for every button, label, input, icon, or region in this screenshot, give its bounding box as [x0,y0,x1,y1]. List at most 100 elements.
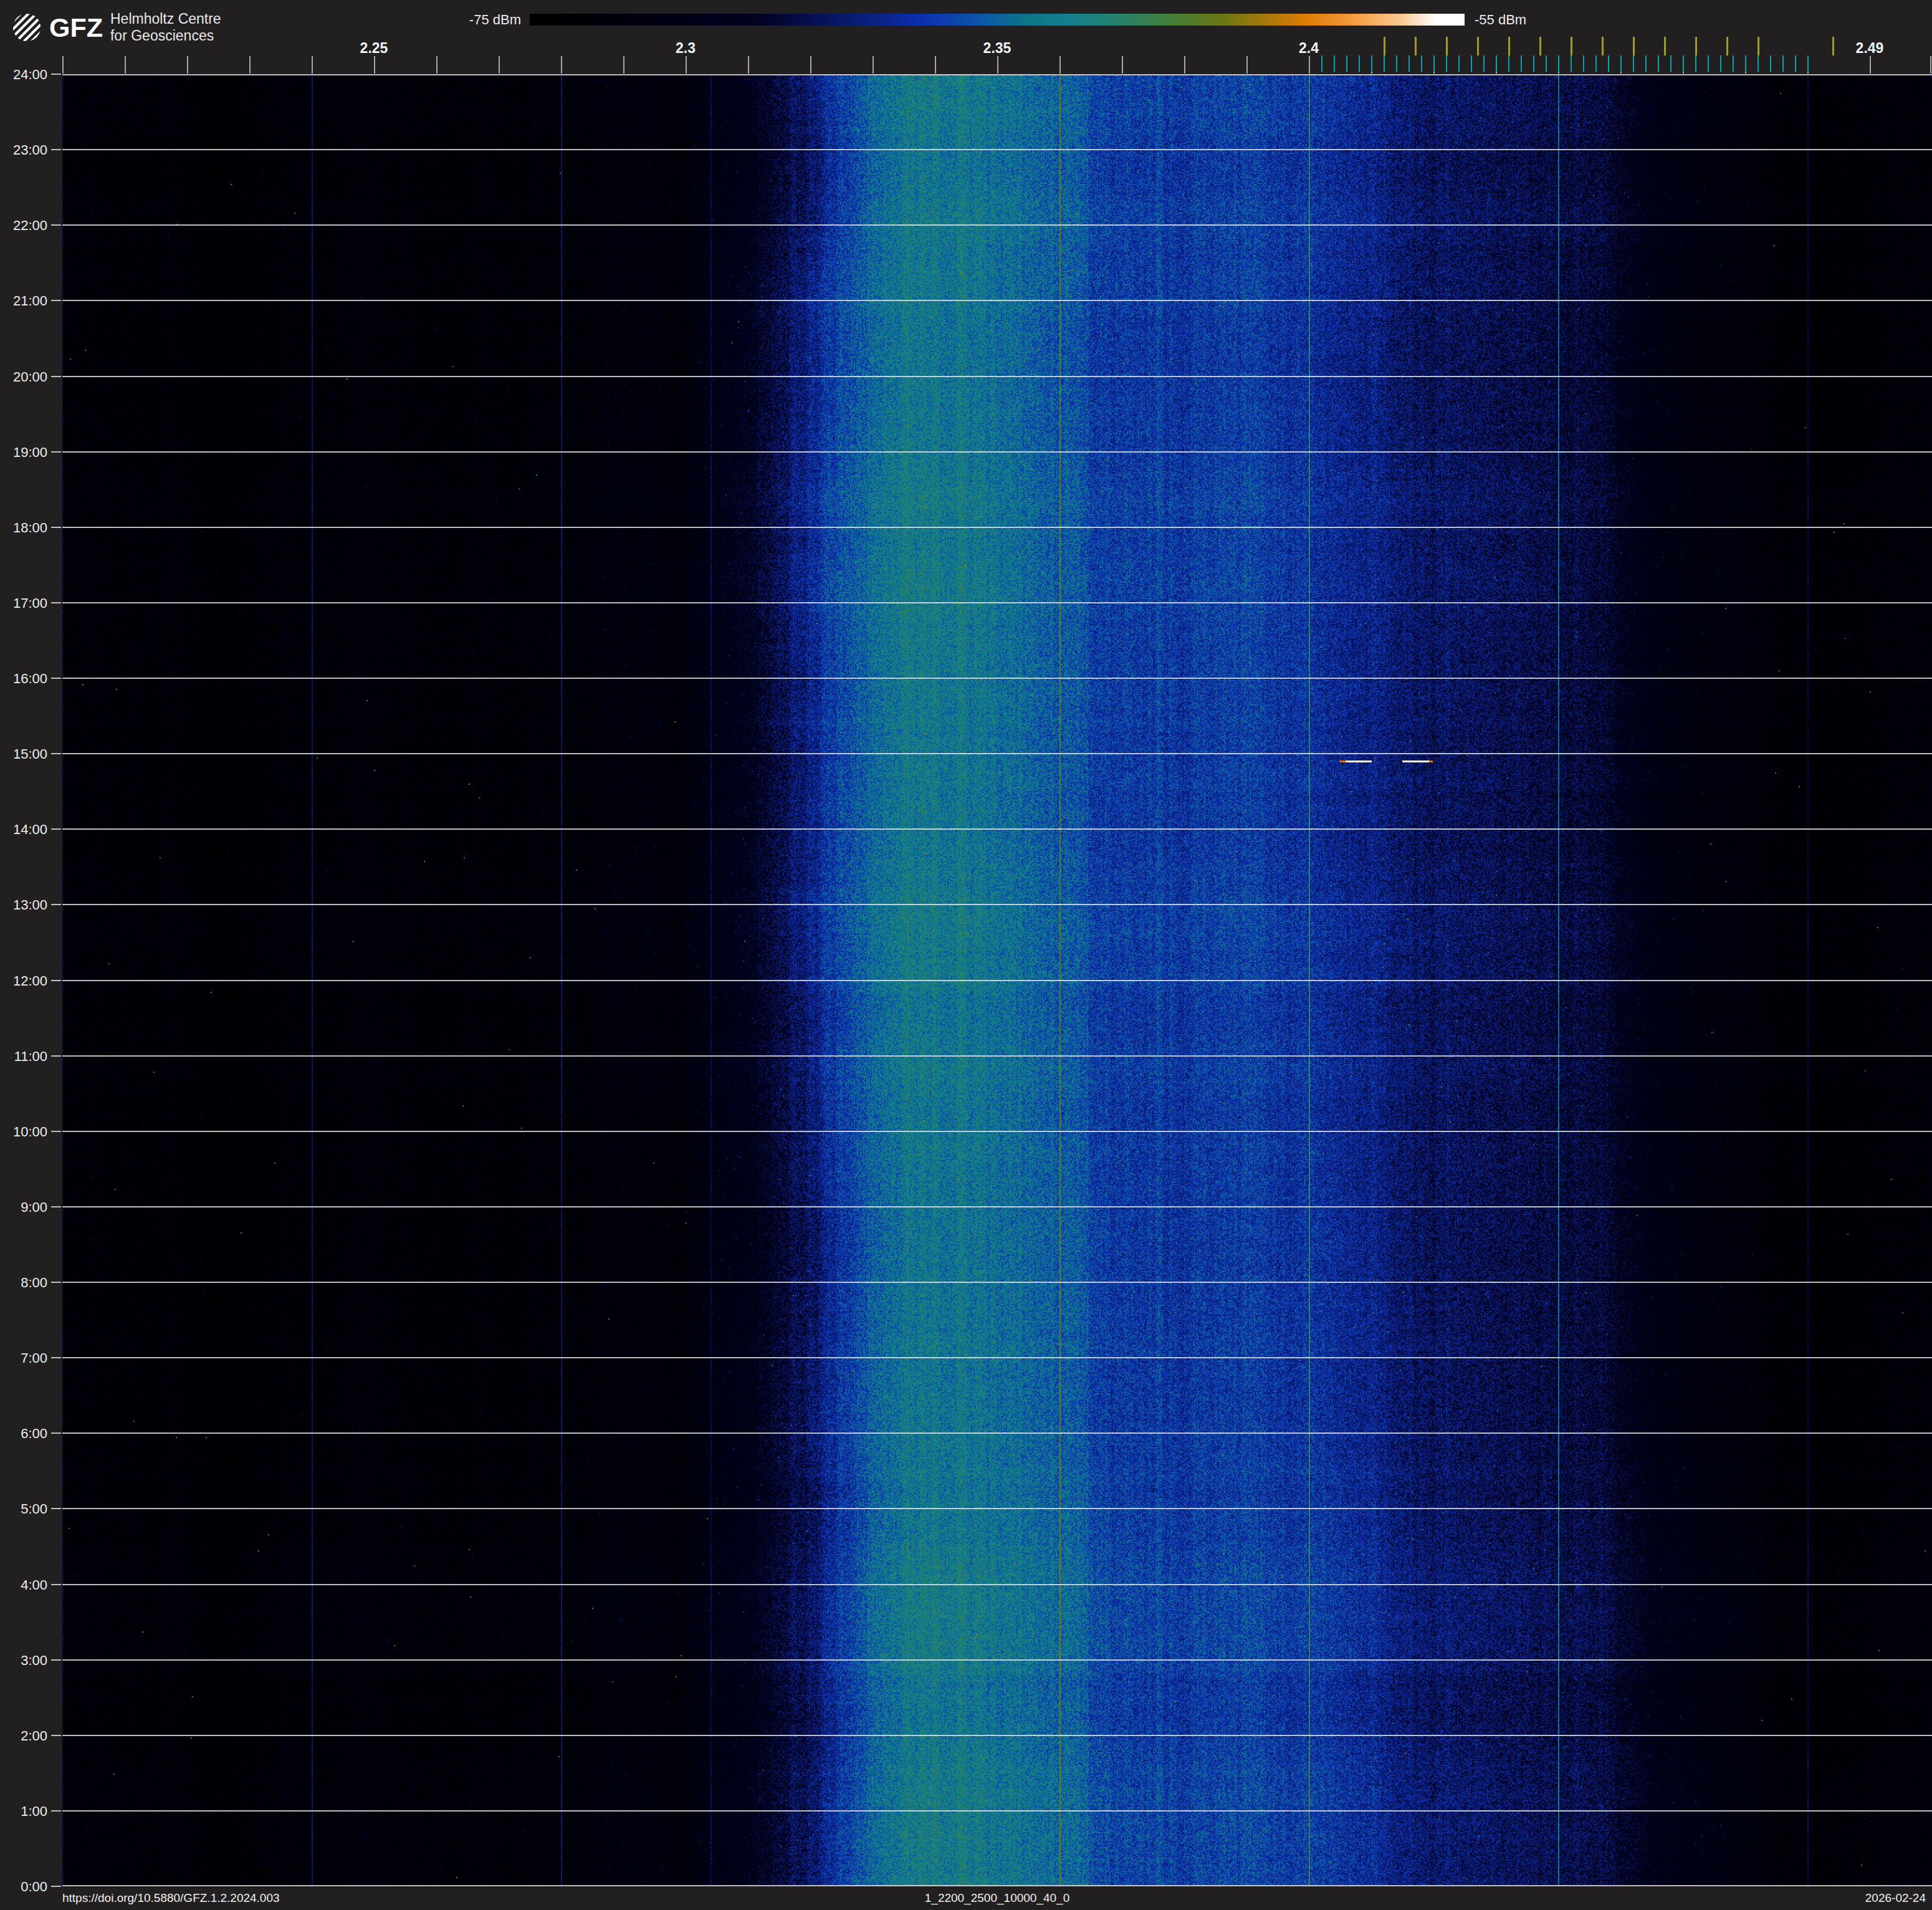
wifi-channel-tick [1832,37,1834,55]
ble-channel-tick [1583,55,1584,72]
ble-channel-tick [1658,55,1659,72]
wifi-channel-tick [1384,37,1385,55]
hour-tick [51,451,61,453]
ble-channel-tick [1458,55,1460,72]
ble-channel-tick [1645,55,1647,72]
hour-tick [51,678,61,679]
hour-tick [51,149,61,150]
hour-tick [51,300,61,301]
wifi-channel-tick [1571,37,1572,55]
logo-org-line2: for Geosciences [110,27,221,44]
ble-channel-tick [1620,55,1622,72]
ble-channel-tick [1757,55,1759,72]
ble-channel-tick [1521,55,1522,72]
hour-tick [51,753,61,754]
freq-minor-tick [187,56,188,74]
footer-dataset-name: 1_2200_2500_10000_40_0 [925,1891,1069,1905]
freq-minor-tick [1184,56,1185,74]
spectrogram-canvas [62,74,1932,1886]
hour-tick [51,1659,61,1661]
freq-minor-tick [748,56,749,74]
hour-label: 18:00 [0,520,47,536]
hour-label: 5:00 [0,1501,47,1517]
freq-tick-label: 2.35 [983,40,1011,57]
hour-label: 3:00 [0,1653,47,1669]
hour-tick [51,904,61,905]
ble-channel-tick [1496,55,1497,72]
logo-org-name: Helmholtz Centre for Geosciences [110,11,221,44]
wifi-channel-tick [1415,37,1417,55]
hour-label: 14:00 [0,822,47,838]
ble-channel-tick [1720,55,1721,72]
freq-tick-label: 2.49 [1856,40,1884,57]
hour-tick [51,980,61,981]
freq-minor-tick [935,56,936,74]
footer-date: 2026-02-24 [1865,1891,1926,1905]
ble-channel-tick [1359,55,1360,72]
freq-minor-tick [249,56,251,74]
ble-channel-tick [1334,55,1335,72]
wifi-channel-tick [1695,37,1697,55]
hour-label: 12:00 [0,973,47,989]
freq-minor-tick [62,56,64,74]
colorbar-max-label: -55 dBm [1475,12,1526,28]
hour-tick [51,602,61,603]
footer-doi-link[interactable]: https://doi.org/10.5880/GFZ.1.2.2024.003 [62,1891,280,1905]
hour-tick [51,1055,61,1057]
colorbar [530,14,1465,26]
hour-tick [51,527,61,528]
ble-channel-tick [1595,55,1597,72]
freq-tick-label: 2.4 [1299,40,1319,57]
ble-channel-tick [1384,55,1385,72]
wifi-channel-tick [1633,37,1635,55]
freq-minor-tick [873,56,874,74]
wifi-channel-tick [1446,37,1448,55]
freq-minor-tick [810,56,811,74]
ble-channel-tick [1396,55,1397,72]
ble-channel-tick [1558,55,1559,72]
freq-minor-tick [1246,56,1248,74]
wifi-channel-tick [1508,37,1510,55]
wifi-channel-tick [1477,37,1479,55]
ble-channel-tick [1433,55,1435,72]
hour-tick [51,1131,61,1132]
hour-label: 11:00 [0,1049,47,1065]
hour-tick [51,1206,61,1207]
hour-label: 13:00 [0,897,47,913]
freq-minor-tick [312,56,313,74]
ble-channel-tick [1346,55,1347,72]
hour-tick [51,828,61,830]
hour-label: 4:00 [0,1577,47,1593]
wifi-channel-tick [1757,37,1759,55]
freq-minor-tick [1059,56,1061,74]
freq-minor-tick [561,56,562,74]
hour-label: 2:00 [0,1728,47,1744]
hour-label: 1:00 [0,1803,47,1820]
hour-tick [51,1886,61,1887]
ble-channel-tick [1533,55,1534,72]
hour-tick [51,1508,61,1509]
ble-channel-tick [1708,55,1709,72]
hour-label: 10:00 [0,1124,47,1140]
ble-channel-tick [1745,55,1746,72]
hour-tick [51,1810,61,1812]
hour-label: 7:00 [0,1350,47,1366]
hour-label: 20:00 [0,369,47,385]
freq-minor-tick [1122,56,1123,74]
wifi-channel-tick [1539,37,1541,55]
ble-channel-tick [1807,55,1809,72]
hour-label: 19:00 [0,444,47,461]
ble-channel-tick [1371,55,1372,72]
freq-minor-tick [374,56,375,74]
gfz-logo: GFZ Helmholtz Centre for Geosciences [12,11,221,44]
ble-channel-tick [1471,55,1472,72]
freq-minor-tick [686,56,687,74]
freq-minor-tick [1870,56,1871,74]
hour-label: 0:00 [0,1879,47,1895]
freq-minor-tick [1309,56,1310,74]
freq-minor-tick [125,56,126,74]
hour-label: 8:00 [0,1275,47,1291]
wifi-channel-tick [1726,37,1728,55]
ble-channel-tick [1571,55,1572,72]
ble-channel-tick [1508,55,1509,72]
